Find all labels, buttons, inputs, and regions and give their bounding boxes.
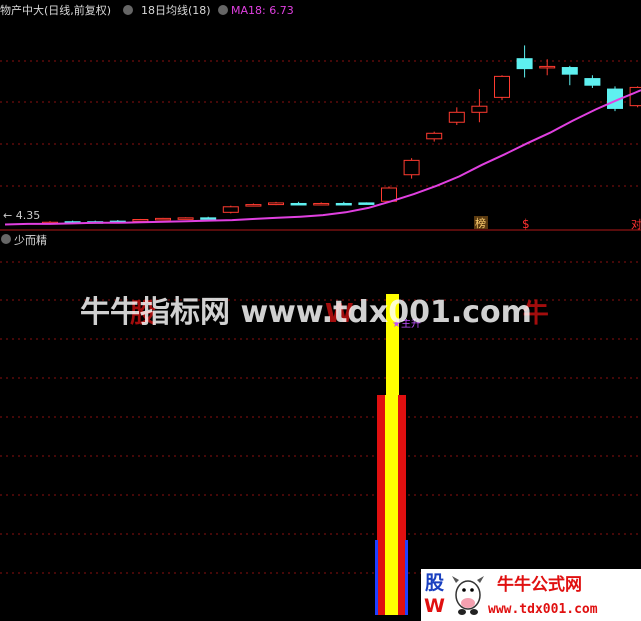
candle-body — [290, 202, 307, 206]
candle-body — [494, 75, 510, 98]
logo-title: 牛牛公式网 — [497, 574, 582, 595]
logo-url: www.tdx001.com — [488, 602, 598, 617]
candle-body — [516, 58, 533, 70]
candle-body — [358, 202, 375, 205]
sub-panel-dropdown-icon[interactable] — [1, 234, 11, 244]
signal-bar-red-right — [398, 395, 406, 615]
tag-bang: 榜 — [475, 216, 486, 230]
logo-left-bottom: W — [424, 595, 445, 617]
candle-body — [448, 111, 465, 123]
signal-bar-blue-right — [405, 540, 408, 615]
sub-panel-title: 少而精 — [14, 234, 47, 247]
ma-indicator-label: 18日均线(18) — [141, 3, 211, 17]
candle-body — [471, 105, 488, 113]
candle-body — [313, 202, 330, 206]
signal-bar-yellow-mid — [385, 395, 398, 615]
candle-body — [200, 217, 217, 220]
candle-body — [155, 217, 171, 221]
logo: 股 W 牛牛公式网 www.tdx001.com — [421, 569, 641, 621]
indicator-dropdown-icon[interactable] — [218, 5, 228, 15]
candle-body — [335, 202, 352, 206]
candle-body — [584, 78, 601, 86]
candle-body — [403, 159, 420, 176]
candle-body — [268, 202, 284, 206]
candle-body — [177, 217, 194, 220]
signal-bar-blue-left — [375, 540, 378, 615]
chart-title: 物产中大(日线,前复权) — [0, 3, 111, 17]
tag-right: 对 — [631, 217, 641, 231]
tag-s: $ — [522, 217, 530, 231]
candle-body — [245, 204, 262, 207]
watermark-text: 牛牛指标网 www.tdx001.com — [80, 295, 532, 330]
candle-body — [132, 219, 149, 222]
candle-body — [561, 67, 578, 75]
ma-value-label: MA18: 6.73 — [231, 4, 294, 17]
low-price-marker: ← 4.35 — [3, 209, 40, 222]
candle-body — [222, 206, 239, 213]
logo-left-top: 股 — [425, 572, 444, 594]
candle-body — [426, 132, 443, 140]
signal-bar-red-left — [377, 395, 385, 615]
dropdown-icon[interactable] — [123, 5, 133, 15]
candle-body — [539, 65, 556, 69]
stock-chart: 物产中大(日线,前复权) 18日均线(18) MA18: 6.73 ← 4.35… — [0, 0, 641, 621]
